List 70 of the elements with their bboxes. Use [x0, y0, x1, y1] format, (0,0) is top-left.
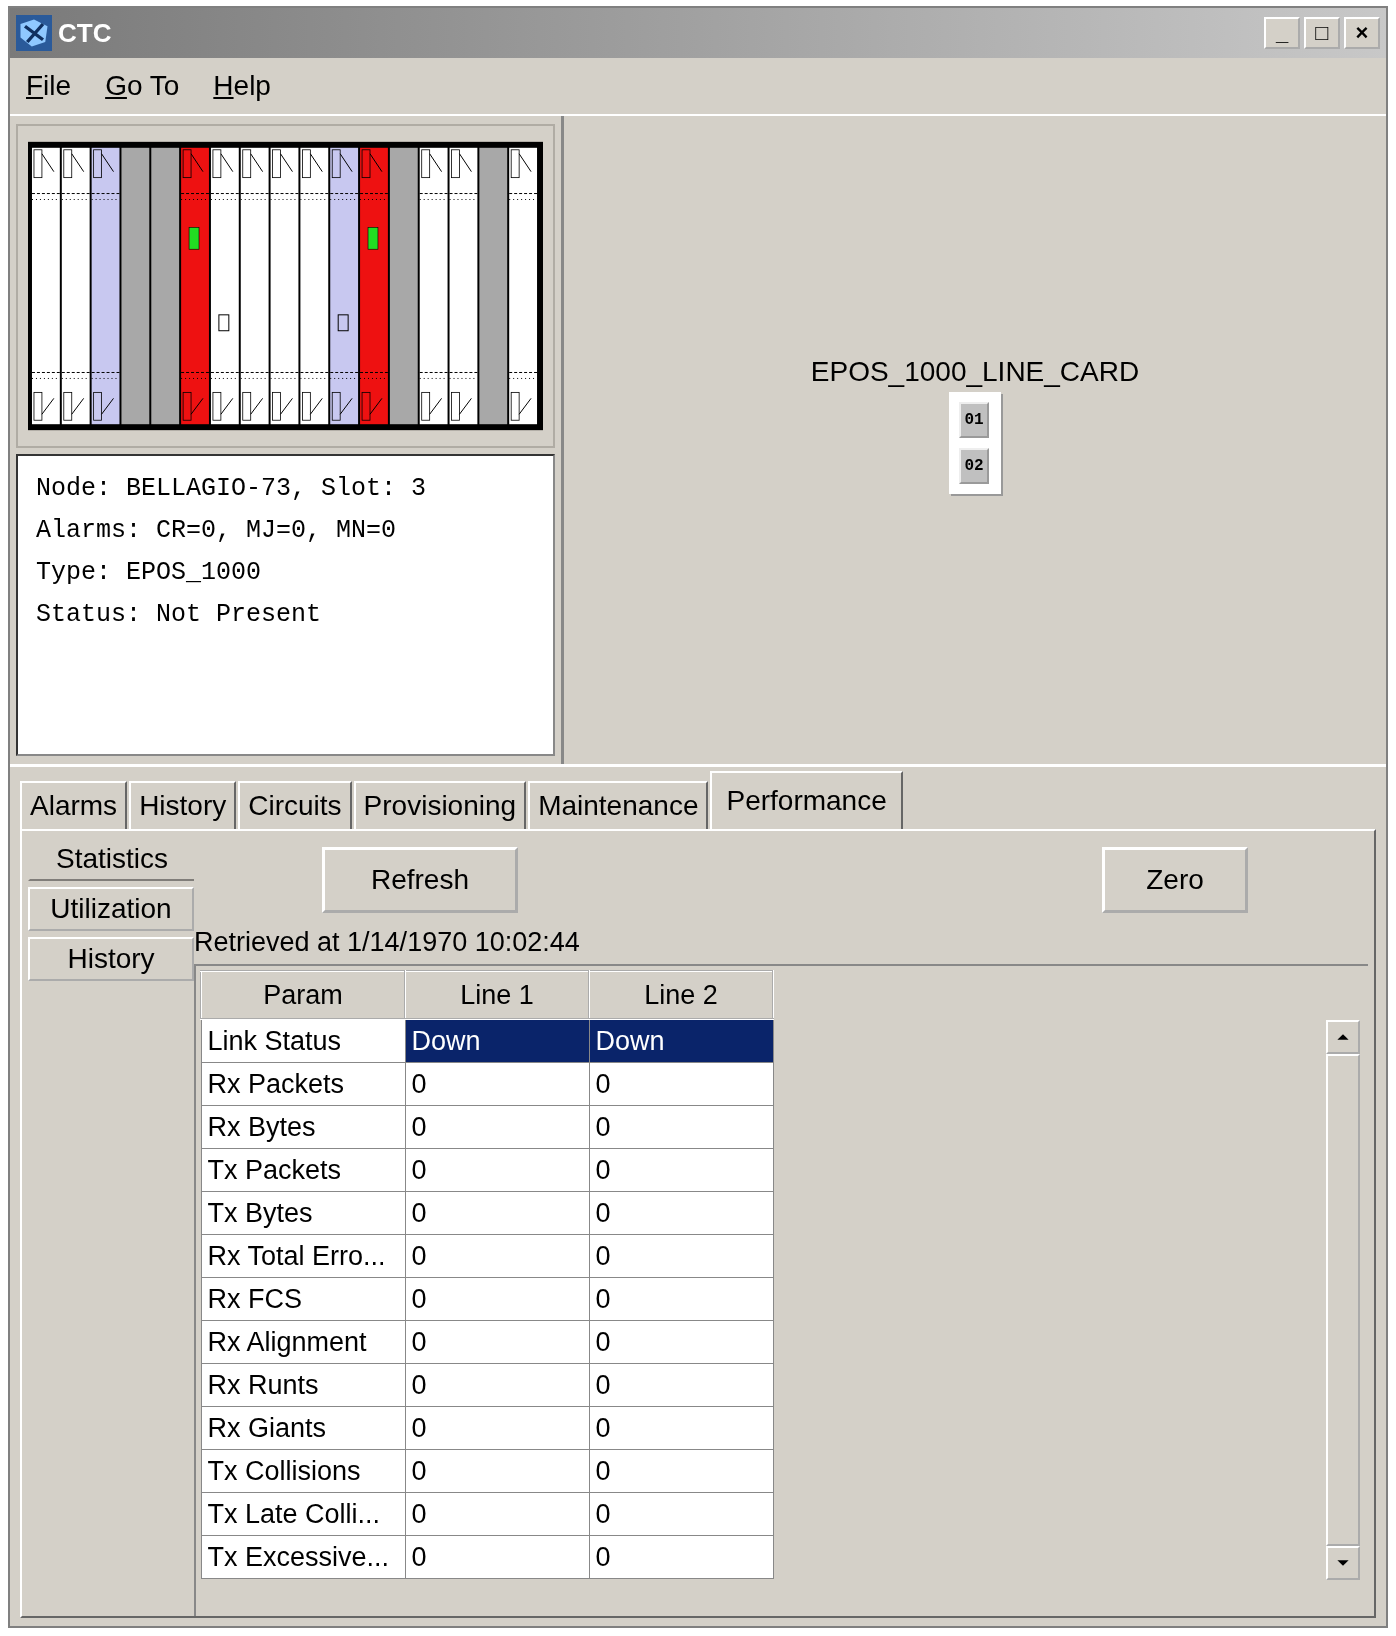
- table-cell: Down: [405, 1019, 589, 1063]
- table-cell: Rx Packets: [201, 1062, 405, 1106]
- table-cell: Down: [589, 1019, 773, 1063]
- info-line: Status: Not Present: [36, 599, 323, 631]
- tab[interactable]: Performance: [710, 771, 903, 829]
- info-line: Alarms: CR=0, MJ=0, MN=0: [36, 515, 398, 547]
- table-cell: 0: [405, 1406, 589, 1450]
- table-cell: 0: [405, 1492, 589, 1536]
- menu-item[interactable]: File: [26, 70, 72, 102]
- table-cell: 0: [589, 1148, 773, 1192]
- side-tab[interactable]: Utilization: [28, 887, 194, 931]
- table-cell: Tx Collisions: [201, 1449, 405, 1493]
- menu-item[interactable]: Go To: [105, 70, 180, 102]
- table-cell: Rx Bytes: [201, 1105, 405, 1149]
- maximize-button[interactable]: □: [1304, 17, 1340, 49]
- table-cell: 0: [405, 1105, 589, 1149]
- table-cell: 0: [405, 1062, 589, 1106]
- tab[interactable]: Circuits: [238, 781, 352, 829]
- app-icon: [16, 15, 52, 51]
- table-cell: 0: [589, 1492, 773, 1536]
- scroll-up-button[interactable]: [1326, 1020, 1360, 1054]
- table-cell: 0: [589, 1449, 773, 1493]
- card-title: EPOS_1000_LINE_CARD: [810, 356, 1140, 388]
- table-cell: Rx Runts: [201, 1363, 405, 1407]
- table-cell: Rx Alignment: [201, 1320, 405, 1364]
- table-cell: 0: [405, 1277, 589, 1321]
- table-cell: Rx Total Erro...: [201, 1234, 405, 1278]
- info-line: Node: BELLAGIO-73, Slot: 3: [36, 473, 428, 505]
- refresh-button[interactable]: Refresh: [322, 847, 518, 913]
- info-line: Type: EPOS_1000: [36, 557, 263, 589]
- table-cell: 0: [589, 1105, 773, 1149]
- table-cell: 0: [405, 1535, 589, 1579]
- tab[interactable]: History: [129, 781, 237, 829]
- table-cell: Tx Excessive...: [201, 1535, 405, 1579]
- close-button[interactable]: ×: [1344, 17, 1380, 49]
- table-cell: 0: [589, 1406, 773, 1450]
- table-cell: 0: [589, 1191, 773, 1235]
- tab[interactable]: Alarms: [20, 781, 128, 829]
- table-cell: 0: [405, 1320, 589, 1364]
- minimize-button[interactable]: _: [1264, 17, 1300, 49]
- side-tab[interactable]: History: [28, 937, 194, 981]
- table-cell: 0: [589, 1320, 773, 1364]
- tab[interactable]: Maintenance: [528, 781, 709, 829]
- table-cell: 0: [589, 1535, 773, 1579]
- table-cell: 0: [405, 1449, 589, 1493]
- tab[interactable]: Provisioning: [353, 781, 527, 829]
- table-cell: 0: [405, 1363, 589, 1407]
- table-cell: Tx Bytes: [201, 1191, 405, 1235]
- column-header[interactable]: Line 1: [405, 971, 589, 1019]
- retrieved-timestamp: Retrieved at 1/14/1970 10:02:44: [194, 927, 581, 958]
- table-cell: 0: [589, 1277, 773, 1321]
- scroll-down-button[interactable]: [1326, 1546, 1360, 1580]
- menu-item[interactable]: Help: [213, 70, 271, 102]
- table-cell: Tx Late Colli...: [201, 1492, 405, 1536]
- table-cell: 0: [589, 1062, 773, 1106]
- window-title: CTC: [58, 17, 113, 49]
- table-cell: Rx FCS: [201, 1277, 405, 1321]
- port-button[interactable]: 02: [959, 448, 989, 484]
- table-cell: Tx Packets: [201, 1148, 405, 1192]
- zero-button[interactable]: Zero: [1102, 847, 1248, 913]
- table-cell: Link Status: [201, 1019, 405, 1063]
- column-header[interactable]: Line 2: [589, 971, 773, 1019]
- table-cell: 0: [405, 1234, 589, 1278]
- port-button[interactable]: 01: [959, 402, 989, 438]
- table-cell: 0: [589, 1234, 773, 1278]
- table-cell: 0: [405, 1191, 589, 1235]
- table-cell: Rx Giants: [201, 1406, 405, 1450]
- table-cell: 0: [405, 1148, 589, 1192]
- table-cell: 0: [589, 1363, 773, 1407]
- column-header[interactable]: Param: [201, 971, 405, 1019]
